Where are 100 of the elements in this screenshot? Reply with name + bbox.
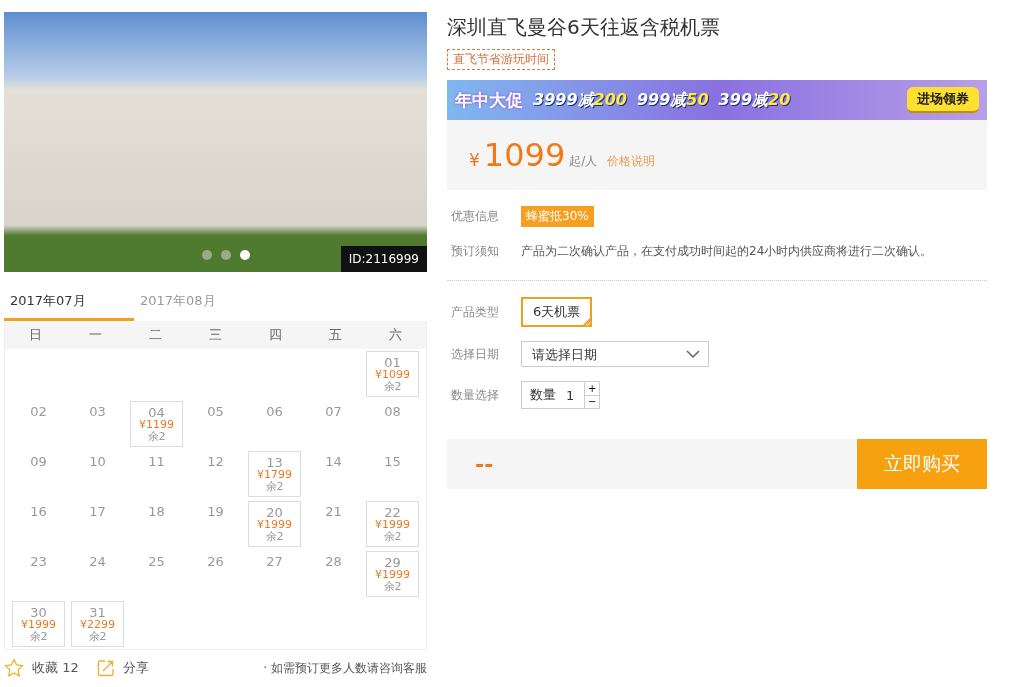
field-label: 优惠信息 [451,208,500,225]
star-icon [4,658,24,678]
day-number: 15 [384,455,401,468]
day-number: 06 [266,405,283,418]
day-number: 19 [207,505,224,518]
currency-sign: ¥ [469,150,480,170]
day-number: 23 [30,555,47,568]
day-number: 30 [30,606,47,619]
day-number: 27 [266,555,283,568]
weekday-label: 五 [328,326,344,344]
weekday-label: 六 [388,326,404,344]
day-cell[interactable]: 29 ¥1999 余2 [366,551,419,597]
day-number: 24 [89,555,106,568]
field-label: 产品类型 [451,303,500,321]
weekday-label: 日 [27,326,43,344]
day-number: 16 [30,505,47,518]
price-unit: 起/人 [569,152,598,170]
day-remaining: 余2 [88,631,107,643]
day-number: 20 [266,506,283,519]
banner-offer: 399减20 [718,89,791,111]
day-cell[interactable]: 01 ¥1099 余2 [366,351,419,397]
month-tab[interactable]: 2017年08月 [134,290,264,321]
share-icon [96,659,115,677]
day-cell[interactable]: 22 ¥1999 余2 [366,501,419,547]
day-remaining: 余2 [383,381,402,393]
price-info-link[interactable]: 价格说明 [607,152,656,170]
day-remaining: 余2 [265,531,284,543]
buy-now-button[interactable]: 立即购买 [857,439,987,489]
day-number: 26 [207,555,224,568]
image-id-label: ID:2116999 [340,246,427,272]
favorite-button[interactable]: 收藏 12 [4,658,79,678]
day-price: ¥1999 [375,569,410,581]
date-select[interactable]: 请选择日期 [521,341,709,367]
day-remaining: 余2 [383,581,402,593]
day-cell[interactable]: 04 ¥1199 余2 [130,401,183,447]
day-number: 09 [30,455,47,468]
quantity-value: 1 [565,387,576,403]
day-remaining: 余2 [29,631,48,643]
weekday-label: 一 [87,326,103,344]
banner-headline: 年中大促 [455,88,523,112]
day-cell[interactable]: 30 ¥1999 余2 [12,601,65,647]
day-number: 10 [89,455,106,468]
share-button[interactable]: 分享 [96,659,149,677]
day-number: 18 [148,505,165,518]
day-number: 13 [266,456,283,469]
field-label: 选择日期 [451,345,500,363]
weekday-label: 二 [147,326,163,344]
day-number: 11 [148,455,165,468]
weekday-label: 四 [268,326,284,344]
weekday-label: 三 [208,326,223,344]
field-label: 数量选择 [451,386,500,404]
day-cell[interactable]: 20 ¥1999 余2 [248,501,301,547]
day-cell[interactable]: 13 ¥1799 余2 [248,451,301,497]
day-price: ¥1999 [21,619,56,631]
check-icon [581,316,593,327]
day-price: ¥1999 [257,519,292,531]
day-number: 28 [325,555,342,568]
day-remaining: 余2 [147,431,166,443]
price-amount: 1099 [483,136,566,174]
day-price: ¥1799 [257,469,292,481]
day-number: 25 [148,555,165,568]
promo-banner[interactable]: 年中大促 3999减200 999减50 399减20 进场领券 [447,80,987,120]
quantity-label: 数量 [529,386,556,404]
carousel-dot[interactable] [221,250,231,260]
banner-offer: 999减50 [636,89,709,111]
discount-badge: 蜂蜜抵30% [521,206,594,227]
day-cell[interactable]: 31 ¥2299 余2 [71,601,124,647]
day-number: 05 [207,405,224,418]
day-price: ¥2299 [80,619,115,631]
day-number: 04 [148,406,165,419]
day-number: 29 [384,556,401,569]
booking-note: · 如需预订更多人数请咨询客服 [263,659,427,677]
day-price: ¥1199 [139,419,174,431]
day-number: 12 [207,455,224,468]
carousel-dot[interactable] [240,250,250,260]
field-label: 预订须知 [451,243,500,260]
banner-offer: 3999减200 [533,89,627,111]
day-number: 08 [384,405,401,418]
day-number: 21 [325,505,342,518]
chevron-down-icon [686,350,700,358]
day-number: 07 [325,405,342,418]
booking-notice: 产品为二次确认产品，在支付成功时间起的24小时内供应商将进行二次确认。 [521,243,933,260]
carousel-dot[interactable] [202,250,212,260]
day-number: 03 [89,405,106,418]
day-number: 31 [89,606,106,619]
day-number: 01 [384,356,401,369]
day-number: 14 [325,455,342,468]
day-price: ¥1099 [375,369,410,381]
day-number: 02 [30,405,47,418]
day-price: ¥1999 [375,519,410,531]
quantity-stepper[interactable]: 数量 1 + − [521,381,601,409]
day-number: 22 [384,506,401,519]
total-price: -- [474,451,494,477]
feature-tag: 直飞节省游玩时间 [447,49,555,70]
product-title: 深圳直飞曼谷6天往返含税机票 [447,14,720,41]
day-remaining: 余2 [383,531,402,543]
day-number: 17 [89,505,106,518]
coupon-button[interactable]: 进场领券 [907,87,979,113]
day-remaining: 余2 [265,481,284,493]
product-type-option[interactable]: 6天机票 [521,297,593,327]
